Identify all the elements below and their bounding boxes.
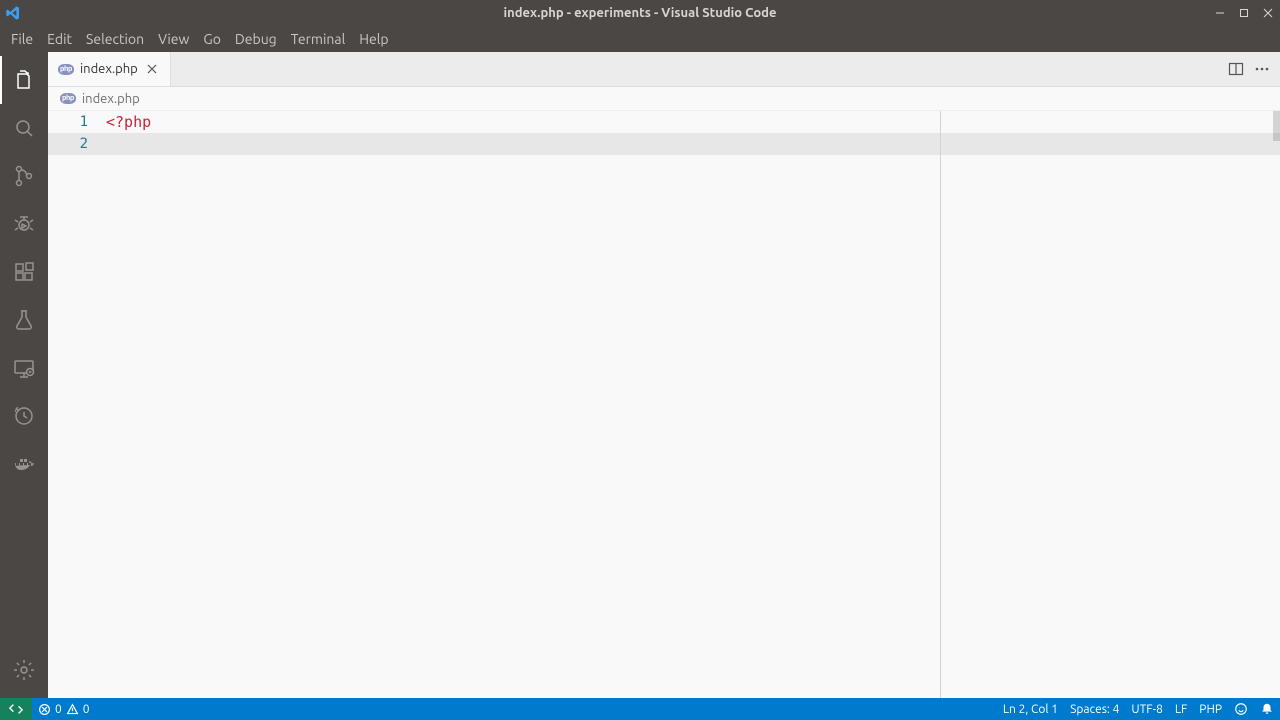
breadcrumb-file: index.php	[82, 92, 140, 106]
extensions-view-icon[interactable]	[0, 248, 48, 296]
encoding-status[interactable]: UTF-8	[1125, 698, 1168, 720]
notifications-bell-icon[interactable]	[1254, 698, 1280, 720]
menu-terminal[interactable]: Terminal	[284, 29, 353, 49]
minimap-slider[interactable]	[1273, 111, 1280, 141]
menu-edit[interactable]: Edit	[40, 29, 79, 49]
remote-explorer-view-icon[interactable]	[0, 344, 48, 392]
maximize-button[interactable]	[1232, 0, 1256, 26]
php-file-icon: php	[58, 64, 74, 75]
menu-bar: File Edit Selection View Go Debug Termin…	[0, 26, 1280, 52]
menu-go[interactable]: Go	[196, 29, 227, 49]
tab-close-icon[interactable]	[144, 63, 160, 75]
editor-ruler	[940, 111, 941, 698]
window-title: index.php - experiments - Visual Studio …	[0, 6, 1280, 20]
docker-view-icon[interactable]	[0, 440, 48, 488]
feedback-smiley-icon[interactable]	[1228, 698, 1254, 720]
problems-indicator[interactable]: 0 0	[32, 698, 96, 720]
testing-view-icon[interactable]	[0, 296, 48, 344]
source-control-view-icon[interactable]	[0, 152, 48, 200]
editor-line[interactable]: 1<?php	[48, 111, 1280, 133]
indentation-status[interactable]: Spaces: 4	[1064, 698, 1125, 720]
explorer-view-icon[interactable]	[0, 56, 48, 104]
menu-file[interactable]: File	[4, 29, 40, 49]
tab-label: index.php	[80, 62, 138, 76]
warning-count: 0	[83, 703, 90, 716]
minimize-button[interactable]	[1208, 0, 1232, 26]
eol-status[interactable]: LF	[1169, 698, 1193, 720]
menu-help[interactable]: Help	[352, 29, 395, 49]
breadcrumb[interactable]: php index.php	[48, 87, 1280, 111]
php-file-icon: php	[60, 93, 76, 104]
close-window-button[interactable]	[1256, 0, 1280, 26]
split-editor-icon[interactable]	[1228, 61, 1244, 77]
line-number: 2	[48, 136, 106, 152]
menu-selection[interactable]: Selection	[79, 29, 151, 49]
editor-region: php index.php php index.php	[48, 52, 1280, 698]
search-view-icon[interactable]	[0, 104, 48, 152]
run-debug-view-icon[interactable]	[0, 200, 48, 248]
manage-gear-icon[interactable]	[0, 646, 48, 694]
line-content: <?php	[106, 113, 151, 131]
editor-tab-bar: php index.php	[48, 52, 1280, 87]
error-count: 0	[55, 703, 62, 716]
language-mode[interactable]: PHP	[1193, 698, 1228, 720]
cursor-position[interactable]: Ln 2, Col 1	[997, 698, 1064, 720]
more-actions-icon[interactable]	[1254, 61, 1270, 77]
remote-indicator[interactable]	[0, 698, 32, 720]
line-number: 1	[48, 114, 106, 130]
activity-bar	[0, 52, 48, 698]
status-bar: 0 0 Ln 2, Col 1 Spaces: 4 UTF-8 LF PHP	[0, 698, 1280, 720]
menu-debug[interactable]: Debug	[228, 29, 284, 49]
menu-view[interactable]: View	[151, 29, 196, 49]
vscode-app-icon	[0, 5, 26, 21]
tab-index-php[interactable]: php index.php	[48, 52, 171, 86]
title-bar: index.php - experiments - Visual Studio …	[0, 0, 1280, 26]
code-editor[interactable]: 1<?php2	[48, 111, 1280, 698]
timeline-view-icon[interactable]	[0, 392, 48, 440]
editor-line[interactable]: 2	[48, 133, 1280, 155]
